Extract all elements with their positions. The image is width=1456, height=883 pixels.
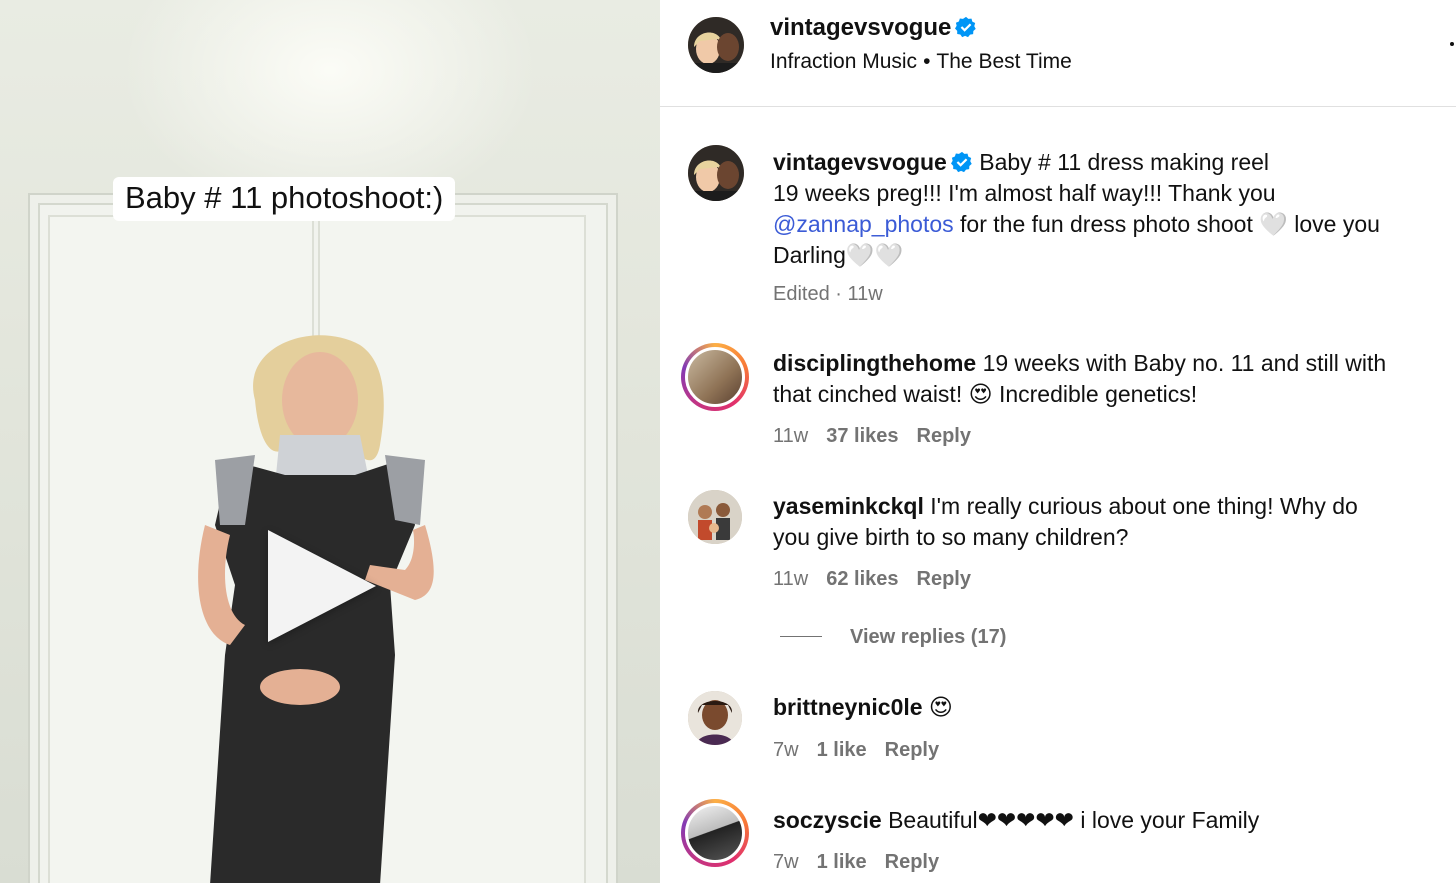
comment-body-a: 19 weeks with Baby no. 11 and still with: [976, 350, 1387, 376]
comment-time: 11w: [773, 568, 809, 590]
comment-username[interactable]: brittneynic0le: [773, 694, 923, 720]
audio-track[interactable]: The Best Time: [936, 50, 1071, 73]
caption-line1: Baby # 11 dress making reel: [979, 149, 1270, 175]
verified-badge-icon: [955, 16, 977, 38]
audio-separator: •: [923, 50, 931, 73]
comment-meta: 11w 37 likes Reply: [773, 425, 989, 448]
comment-body-a: 😍: [922, 694, 953, 720]
caption-avatar-image: [688, 145, 744, 201]
header-username-row: vintagevsvogue: [770, 14, 977, 42]
commenter-avatar-image: [685, 347, 745, 407]
caption-avatar[interactable]: [688, 145, 744, 201]
audio-artist[interactable]: Infraction Music: [770, 50, 917, 73]
view-replies-label: View replies (17): [850, 626, 1007, 648]
comment-meta: 7w 1 like Reply: [773, 739, 957, 762]
comment-meta: 7w 1 like Reply: [773, 851, 957, 874]
comment-text: disciplingthehome 19 weeks with Baby no.…: [773, 348, 1433, 410]
comment-text: yaseminkckql I'm really curious about on…: [773, 491, 1433, 553]
commenter-avatar-image: [688, 490, 742, 544]
comment-body-a: Beautiful❤❤❤❤❤ i love your Family: [881, 807, 1260, 833]
caption-line3: for the fun dress photo shoot 🤍 love you: [953, 211, 1380, 237]
reply-button[interactable]: Reply: [885, 739, 939, 761]
commenter-avatar[interactable]: [688, 490, 742, 544]
commenter-avatar-image: [688, 691, 742, 745]
reply-button[interactable]: Reply: [885, 851, 939, 873]
audio-info[interactable]: Infraction Music • The Best Time: [770, 50, 1072, 74]
reply-button[interactable]: Reply: [917, 425, 971, 447]
post-header: vintagevsvogue Infraction Music • The Best…: [660, 0, 1456, 107]
caption-line4: Darling🤍🤍: [773, 242, 904, 268]
comment-likes[interactable]: 62 likes: [826, 568, 898, 590]
commenter-avatar[interactable]: [681, 799, 749, 867]
reply-button[interactable]: Reply: [917, 568, 971, 590]
caption-edited-time: Edited · 11w: [773, 283, 883, 305]
comment-username[interactable]: soczyscie: [773, 807, 882, 833]
mention-link[interactable]: @zannap_photos: [773, 211, 954, 237]
commenter-avatar-image: [685, 803, 745, 863]
verified-badge-icon: [950, 151, 972, 173]
commenter-avatar[interactable]: [681, 343, 749, 411]
comment-body-b: that cinched waist! 😍 Incredible genetic…: [773, 381, 1198, 407]
comment-time: 11w: [773, 425, 809, 447]
more-options-icon[interactable]: [1450, 42, 1454, 46]
view-replies-line: [780, 636, 822, 637]
view-replies-button[interactable]: View replies (17): [780, 626, 1006, 649]
comment-meta: 11w 62 likes Reply: [773, 568, 989, 591]
commenter-avatar[interactable]: [688, 691, 742, 745]
caption-text: vintagevsvogue Baby # 11 dress making re…: [773, 147, 1433, 271]
comment-time: 7w: [773, 739, 799, 761]
caption-line2: 19 weeks preg!!! I'm almost half way!!! …: [773, 180, 1276, 206]
comment-text: brittneynic0le 😍: [773, 692, 1433, 723]
comment-username[interactable]: disciplingthehome: [773, 350, 976, 376]
play-button[interactable]: [268, 530, 376, 642]
author-avatar[interactable]: [688, 17, 744, 73]
video-overlay-text: Baby # 11 photoshoot:): [113, 177, 456, 221]
comment-username[interactable]: yaseminkckql: [773, 493, 924, 519]
author-avatar-image: [688, 17, 744, 73]
comment-likes[interactable]: 37 likes: [826, 425, 898, 447]
comment-text: soczyscie Beautiful❤❤❤❤❤ i love your Fam…: [773, 805, 1433, 836]
comment-body-a: I'm really curious about one thing! Why …: [923, 493, 1358, 519]
caption-meta: Edited · 11w: [773, 283, 901, 306]
caption-username[interactable]: vintagevsvogue: [773, 149, 947, 175]
comment-time: 7w: [773, 851, 799, 873]
header-username[interactable]: vintagevsvogue: [770, 14, 951, 41]
reel-video[interactable]: Baby # 11 photoshoot:): [0, 0, 660, 883]
comment-body-b: you give birth to so many children?: [773, 524, 1129, 550]
comment-likes[interactable]: 1 like: [817, 851, 867, 873]
comment-likes[interactable]: 1 like: [817, 739, 867, 761]
post-panel: vintagevsvogue Infraction Music • The Best…: [660, 0, 1456, 883]
